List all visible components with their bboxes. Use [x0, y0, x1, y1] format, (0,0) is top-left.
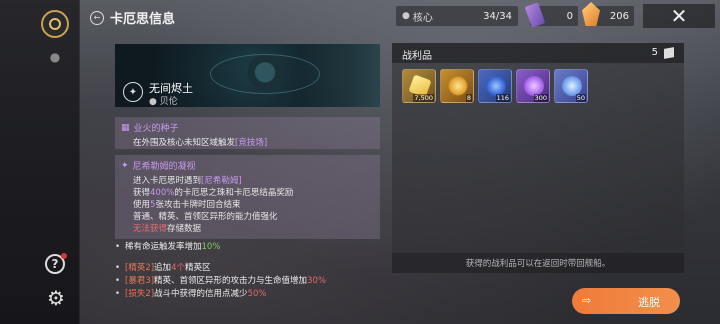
item-qty: 116	[495, 94, 510, 102]
item-qty: 50	[575, 94, 586, 102]
location-pin-icon: ●	[149, 97, 160, 107]
gem-counter[interactable]: 206	[582, 2, 634, 26]
core-counter: ● 核心 34/34	[396, 6, 518, 26]
close-icon: ✕	[670, 4, 688, 28]
chest-icon: ▦	[121, 122, 130, 133]
card-line: 普通、精英、首领区异形的能力值强化	[133, 212, 278, 222]
loot-panel: 战利品 5 7,500 8 116 300 50 获得的战利品可以在返回时带回舰…	[392, 43, 684, 273]
gold-wings-icon	[448, 76, 468, 96]
loot-item[interactable]: 116	[478, 69, 512, 103]
light-blue-orb-icon	[562, 76, 582, 96]
loot-title: 战利品	[402, 51, 432, 62]
settings-gear-icon[interactable]: ⚙	[45, 288, 67, 310]
card-line: 无法获得存储数据	[133, 224, 202, 234]
loot-item[interactable]: 300	[516, 69, 550, 103]
modifier-note: • 稀有命运触发率增加10%	[115, 242, 221, 252]
location-pin-icon: ●	[402, 11, 410, 21]
core-label: 核心	[412, 12, 433, 24]
item-qty: 300	[533, 94, 548, 102]
close-button[interactable]: ✕	[643, 4, 715, 28]
loot-items: 7,500 8 116 300 50	[402, 69, 588, 103]
loot-footer-text: 获得的战利品可以在返回时带回舰船。	[465, 259, 611, 269]
rail-divider	[79, 0, 80, 324]
blue-orb-icon	[486, 76, 506, 96]
modifier-card-gaze: ✦ 尼希勒姆的凝视 进入卡厄思时遇到[尼希勒姆] 获得400%的卡厄思之珠和卡厄思…	[115, 155, 380, 239]
card-line: 获得400%的卡厄思之珠和卡厄思结晶奖励	[133, 188, 294, 198]
home-button[interactable]	[41, 10, 69, 38]
card-line: 在外围及核心未知区域触发[竞技场]	[133, 138, 268, 148]
page-title: 卡厄思信息	[110, 12, 176, 27]
modifier-note: • [暴君3]精英、首领区异形的攻击力与生命值增加30%	[115, 276, 326, 286]
purple-orb-icon	[524, 76, 544, 96]
item-qty: 7,500	[413, 94, 434, 102]
exit-icon: ⇨	[582, 294, 592, 307]
gem-value: 206	[609, 10, 629, 22]
back-icon[interactable]: ←	[90, 10, 104, 25]
banner-glow	[300, 44, 380, 107]
modifier-card-seed: ▦ 业火的种子 在外围及核心未知区域触发[竞技场]	[115, 117, 380, 149]
card-line: 进入卡厄思时遇到[尼希勒姆]	[133, 176, 242, 186]
home-icon	[49, 18, 61, 30]
map-pin-icon[interactable]: ●	[47, 50, 63, 66]
loot-item[interactable]: 8	[440, 69, 474, 103]
item-qty: 8	[465, 94, 472, 102]
eye-icon: ✦	[121, 160, 129, 171]
escape-button[interactable]: ⇨ 逃脱	[572, 288, 680, 314]
loot-footer: 获得的战利品可以在返回时带回舰船。	[392, 253, 684, 273]
page-header: ← 卡厄思信息	[90, 8, 175, 27]
left-rail	[0, 0, 80, 324]
loot-item[interactable]: 50	[554, 69, 588, 103]
region-banner: ✦ 无间烬土 ● 贝伦	[115, 44, 380, 107]
help-button[interactable]: ?	[45, 253, 67, 274]
region-location: ● 贝伦	[149, 97, 178, 107]
modifier-note: • [精英2]追加4个精英区	[115, 263, 211, 273]
loot-header: 战利品 5	[392, 43, 684, 63]
cube-icon	[664, 47, 674, 59]
card-title: ✦ 尼希勒姆的凝视	[121, 160, 196, 173]
card-title: ▦ 业火的种子	[121, 122, 179, 135]
alert-dot-icon	[61, 253, 67, 259]
region-emblem-icon: ✦	[123, 82, 143, 102]
loot-item[interactable]: 7,500	[402, 69, 436, 103]
modifier-note: • [损失2]战斗中获得的信用点减少50%	[115, 289, 267, 299]
loot-count: 5	[651, 47, 658, 58]
core-value: 34/34	[483, 10, 512, 22]
escape-label: 逃脱	[638, 296, 660, 309]
card-line: 使用5张攻击卡牌时回合结束	[133, 200, 241, 210]
ticket-value: 0	[566, 10, 573, 22]
ticket-counter[interactable]: 0	[524, 2, 578, 28]
